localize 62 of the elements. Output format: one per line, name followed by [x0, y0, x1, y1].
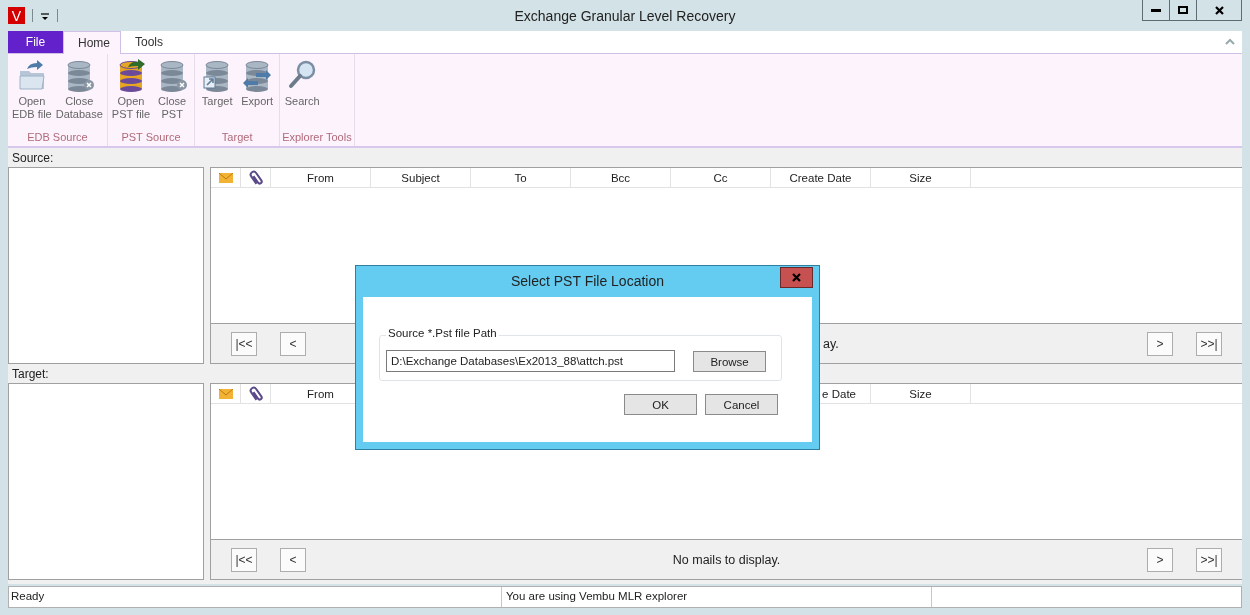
paperclip-icon: [248, 169, 263, 186]
pane-label: Target:: [11, 366, 50, 383]
ribbon-button[interactable]: Open EDB file: [10, 59, 54, 131]
column-header[interactable]: Cc: [671, 168, 771, 187]
ribbon-button[interactable]: Search: [282, 59, 323, 131]
minimize-icon: [1151, 8, 1161, 12]
paperclip-icon: [248, 385, 263, 402]
folder-arrow-icon: [16, 59, 47, 93]
group-label: Explorer Tools: [282, 131, 352, 145]
database-x-icon: [64, 59, 95, 93]
maximize-icon: [1178, 6, 1188, 14]
close-icon: [1214, 5, 1224, 15]
status-text: You are using Vembu MLR explorer: [502, 587, 932, 607]
close-icon: [792, 273, 801, 282]
previous-page-button[interactable]: <: [280, 547, 306, 572]
group-label: PST Source: [120, 131, 182, 145]
minimize-button[interactable]: [1142, 0, 1169, 21]
next-page-button[interactable]: >: [1147, 547, 1173, 572]
group-label: Source *.Pst file Path: [386, 327, 499, 339]
ribbon-button[interactable]: Close Database: [53, 59, 105, 131]
column-header[interactable]: From: [271, 168, 371, 187]
pane-label: Source:: [11, 150, 55, 167]
column-header[interactable]: Create Date: [771, 168, 871, 187]
ribbon-tab[interactable]: Home: [63, 31, 121, 54]
column-header[interactable]: Size: [871, 384, 971, 403]
pager-message: No mails to display.: [671, 552, 782, 567]
file-tab[interactable]: File: [8, 31, 63, 54]
column-header[interactable]: To: [471, 168, 571, 187]
maximize-button[interactable]: [1169, 0, 1196, 21]
dialog-close-button[interactable]: [780, 267, 813, 288]
next-page-button[interactable]: >: [1147, 331, 1173, 356]
status-text: Ready: [9, 587, 502, 607]
ribbon-button[interactable]: Open PST file: [109, 59, 153, 131]
ribbon-button[interactable]: Target: [197, 59, 238, 131]
window-title: Exchange Granular Level Recovery: [513, 8, 737, 24]
column-header[interactable]: Size: [871, 168, 971, 187]
chevron-up-icon: [1225, 38, 1235, 46]
app-logo: V: [8, 7, 25, 24]
column-header[interactable]: Subject: [371, 168, 471, 187]
pager-message: ay.: [822, 336, 840, 351]
ribbon-button[interactable]: Close PST: [152, 59, 193, 131]
database-x-icon: [157, 59, 188, 93]
previous-page-button[interactable]: <: [280, 331, 306, 356]
browse-button[interactable]: Browse: [693, 351, 766, 372]
close-button[interactable]: [1196, 0, 1242, 21]
last-page-button[interactable]: >>|: [1196, 547, 1222, 572]
group-label: Target: [220, 131, 254, 145]
envelope-icon: [218, 172, 233, 183]
path-input-field[interactable]: D:\Exchange Databases\Ex2013_88\attch.pst: [386, 350, 676, 372]
ribbon-button[interactable]: Export: [237, 59, 278, 131]
last-page-button[interactable]: >>|: [1196, 331, 1222, 356]
database-arrows-icon: [242, 59, 273, 93]
first-page-button[interactable]: |<<: [231, 547, 257, 572]
dialog-title: Select PST File Location: [509, 273, 665, 289]
dropdown-icon: [40, 10, 50, 21]
envelope-icon: [218, 388, 233, 399]
cancel-button[interactable]: Cancel: [705, 394, 778, 415]
database-arrow-icon: [116, 59, 146, 93]
column-header[interactable]: Bcc: [571, 168, 671, 187]
first-page-button[interactable]: |<<: [231, 331, 257, 356]
group-label: EDB Source: [26, 131, 89, 145]
ok-button[interactable]: OK: [624, 394, 697, 415]
